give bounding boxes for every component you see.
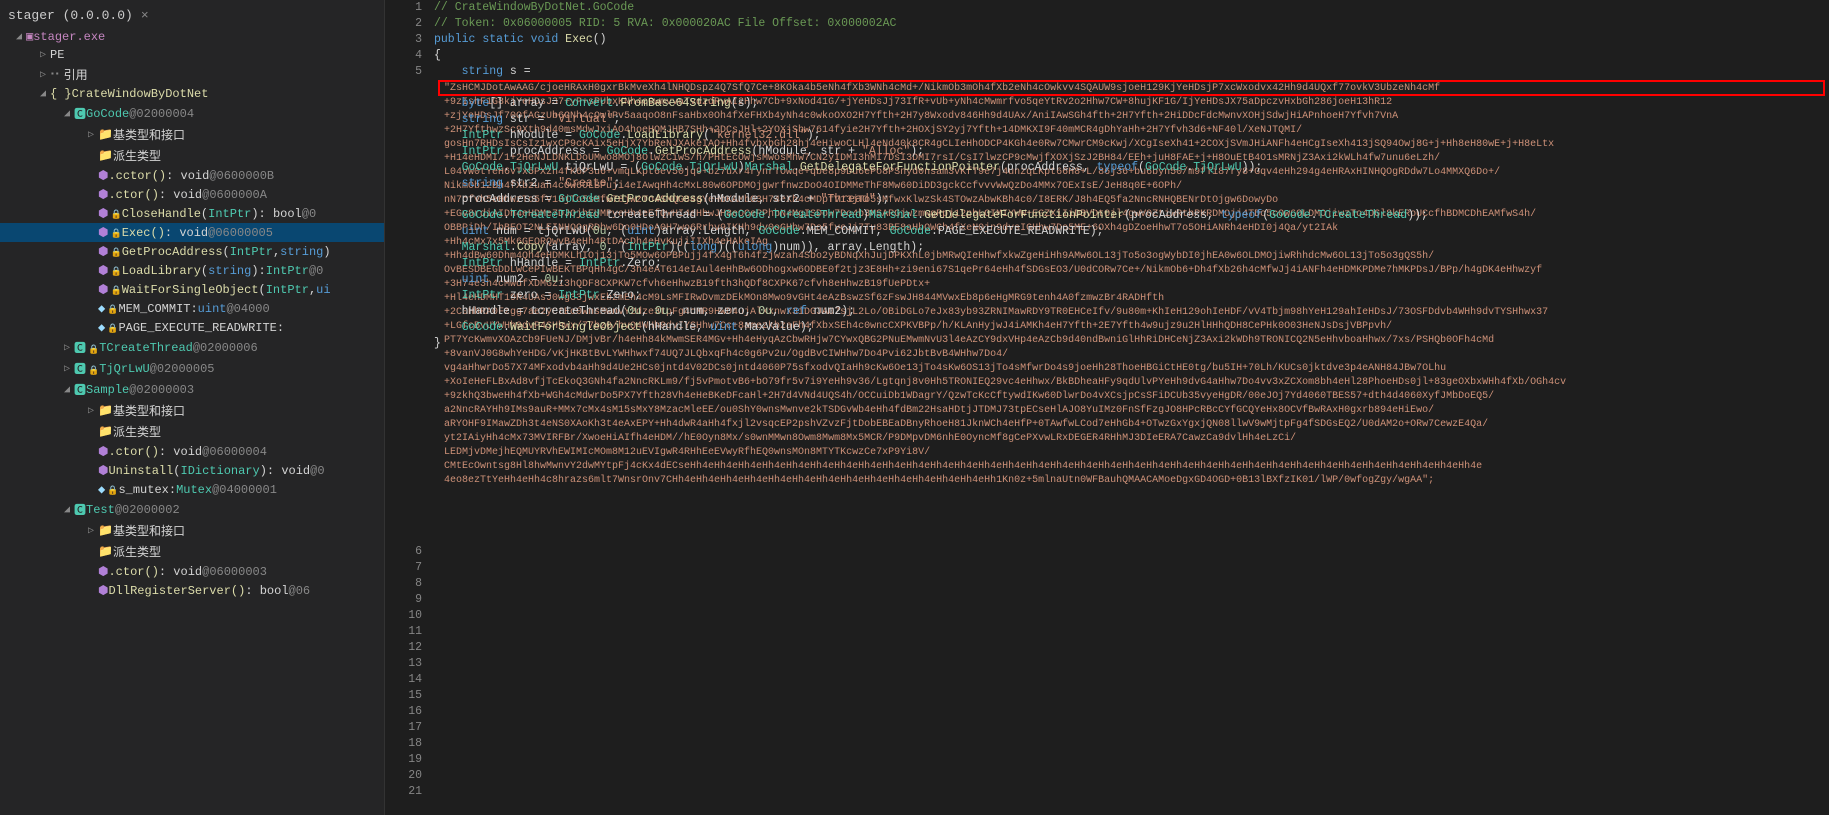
node-mem-commit[interactable]: ◆🔒 MEM_COMMIT : uint @04000	[0, 299, 384, 318]
expand-icon[interactable]: ▷	[60, 341, 74, 355]
node-page-execute-readwrite[interactable]: ◆🔒 PAGE_EXECUTE_READWRITE :	[0, 318, 384, 337]
node-class-sample[interactable]: ◢ 🅲 Sample @02000003	[0, 379, 384, 400]
node-base-types[interactable]: ▷ 📁 基类型和接口	[0, 124, 384, 145]
node-mutex[interactable]: ◆🔒 s_mutex : Mutex @04000001	[0, 480, 384, 499]
node-references[interactable]: ▷ ▪▪引用	[0, 64, 384, 85]
node-dllregister[interactable]: ⬢ DllRegisterServer() : bool @06	[0, 581, 384, 600]
node-waitforsingleobject[interactable]: ⬢🔒 WaitForSingleObject(IntPtr, ui	[0, 280, 384, 299]
expand-icon[interactable]: ◢	[12, 30, 26, 44]
node-class-test[interactable]: ◢ 🅲 Test @02000002	[0, 499, 384, 520]
line-gutter: 123456789101112131415161718192021	[385, 0, 430, 815]
code-area[interactable]: // CrateWindowByDotNet.GoCode // Token: …	[430, 0, 1829, 815]
node-test-base[interactable]: ▷ 📁 基类型和接口	[0, 520, 384, 541]
tab-title: stager (0.0.0.0)	[8, 8, 133, 23]
node-ctor[interactable]: ⬢ .ctor(): void @0600000A	[0, 185, 384, 204]
node-cctor[interactable]: ⬢ .cctor(): void @0600000B	[0, 166, 384, 185]
node-pe[interactable]: ▷ PE	[0, 46, 384, 64]
expand-icon[interactable]: ◢	[60, 107, 74, 121]
node-derived-types[interactable]: 📁 派生类型	[0, 145, 384, 166]
close-icon[interactable]: ×	[141, 8, 149, 23]
assembly-explorer[interactable]: stager (0.0.0.0) × ◢ ▣ stager.exe ▷ PE ▷…	[0, 0, 385, 815]
node-getprocaddress[interactable]: ⬢🔒 GetProcAddress(IntPtr, string)	[0, 242, 384, 261]
expand-icon[interactable]: ◢	[60, 503, 74, 517]
node-exe[interactable]: ◢ ▣ stager.exe	[0, 27, 384, 46]
node-loadlibrary[interactable]: ⬢🔒 LoadLibrary(string) : IntPtr @0	[0, 261, 384, 280]
expand-icon[interactable]: ▷	[36, 48, 50, 62]
node-sample-base[interactable]: ▷ 📁 基类型和接口	[0, 400, 384, 421]
base64-string-literal: "ZsHCMJDotAwAAG/cjoeHRAxH0gxrBkMveXh4lNH…	[438, 80, 1825, 96]
expand-icon[interactable]: ◢	[36, 87, 50, 101]
node-sample-derived[interactable]: 📁 派生类型	[0, 421, 384, 442]
node-namespace[interactable]: ◢ { } CrateWindowByDotNet	[0, 85, 384, 103]
expand-icon[interactable]: ▷	[84, 404, 98, 418]
node-exec[interactable]: ⬢🔒 Exec() : void @06000005	[0, 223, 384, 242]
node-closehandle[interactable]: ⬢🔒 CloseHandle(IntPtr) : bool @0	[0, 204, 384, 223]
code-editor[interactable]: 123456789101112131415161718192021 // Cra…	[385, 0, 1829, 815]
node-class-gocode[interactable]: ◢ 🅲 GoCode @02000004	[0, 103, 384, 124]
expand-icon[interactable]: ▷	[60, 362, 74, 376]
tab-header: stager (0.0.0.0) ×	[0, 4, 384, 27]
node-test-derived[interactable]: 📁 派生类型	[0, 541, 384, 562]
node-test-ctor[interactable]: ⬢ .ctor() : void @06000003	[0, 562, 384, 581]
expand-icon[interactable]: ▷	[84, 128, 98, 142]
node-sample-ctor[interactable]: ⬢ .ctor() : void @06000004	[0, 442, 384, 461]
expand-icon[interactable]: ▷	[36, 68, 50, 82]
node-tcreatethread[interactable]: ▷ 🅲🔒 TCreateThread @02000006	[0, 337, 384, 358]
node-tjqrlwu[interactable]: ▷ 🅲🔒 TjQrLwU @02000005	[0, 358, 384, 379]
expand-icon[interactable]: ▷	[84, 524, 98, 538]
expand-icon[interactable]: ◢	[60, 383, 74, 397]
node-uninstall[interactable]: ⬢ Uninstall(IDictionary) : void @0	[0, 461, 384, 480]
